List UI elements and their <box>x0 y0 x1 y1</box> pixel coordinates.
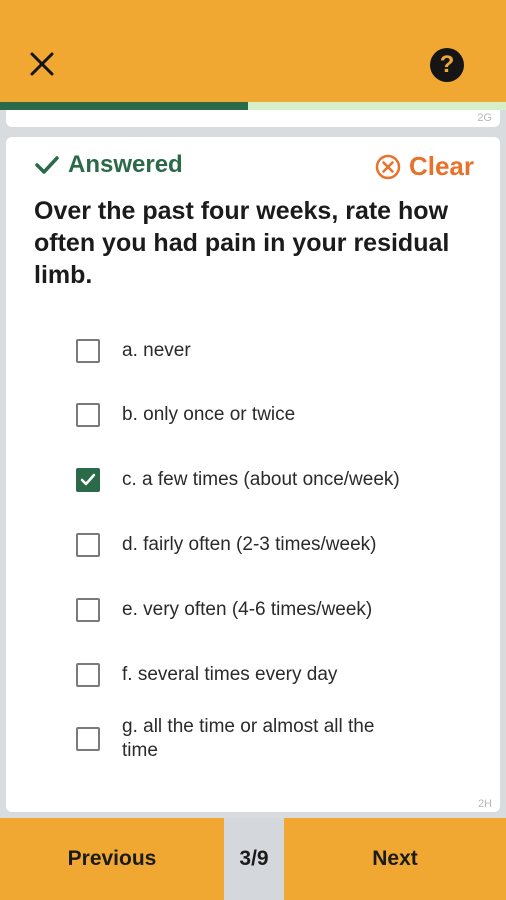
option-label: e. very often (4-6 times/week) <box>122 599 373 620</box>
option-e[interactable]: e. very often (4-6 times/week) <box>76 598 456 622</box>
checkbox[interactable] <box>76 598 100 622</box>
checkbox-checked[interactable] <box>76 468 100 492</box>
x-circle-icon <box>375 154 401 179</box>
option-b[interactable]: b. only once or twice <box>76 403 456 427</box>
counter-text: 3/9 <box>239 847 269 870</box>
option-label: a. never <box>122 340 191 361</box>
option-f[interactable]: f. several times every day <box>76 663 456 687</box>
next-label: Next <box>372 847 418 870</box>
top-bar: ? <box>0 0 506 102</box>
option-d[interactable]: d. fairly often (2-3 times/week) <box>76 533 456 557</box>
question-icon: ? <box>439 51 455 78</box>
bottom-nav: Previous 3/9 Next <box>0 818 506 900</box>
question-card: Answered Clear Over the past four weeks,… <box>6 137 500 812</box>
answered-label: Answered <box>68 151 183 178</box>
option-label: f. several times every day <box>122 664 338 685</box>
checkbox[interactable] <box>76 663 100 687</box>
close-button[interactable] <box>24 46 60 82</box>
previous-button[interactable]: Previous <box>0 818 224 900</box>
option-label: b. only once or twice <box>122 404 296 425</box>
option-label: c. a few times (about once/week) <box>122 469 400 490</box>
option-a[interactable]: a. never <box>76 339 456 363</box>
option-label: d. fairly often (2-3 times/week) <box>122 534 377 555</box>
question-text: Over the past four weeks, rate how often… <box>34 197 450 289</box>
option-g[interactable]: g. all the time or almost all the time <box>76 715 396 763</box>
progress-bar <box>0 102 506 110</box>
check-icon <box>35 156 59 174</box>
previous-label: Previous <box>67 847 157 870</box>
checkbox[interactable] <box>76 403 100 427</box>
close-icon <box>30 52 54 76</box>
clear-button[interactable]: Clear <box>375 151 474 182</box>
previous-card-edge: 2G <box>6 110 500 127</box>
checkmark-icon <box>80 473 96 486</box>
checkbox[interactable] <box>76 533 100 557</box>
progress-fill <box>0 102 248 110</box>
option-c[interactable]: c. a few times (about once/week) <box>76 468 456 492</box>
checkbox[interactable] <box>76 339 100 363</box>
checkbox[interactable] <box>76 727 100 751</box>
answered-status: Answered <box>34 151 183 179</box>
next-button[interactable]: Next <box>284 818 506 900</box>
option-label: g. all the time or almost all the time <box>122 716 375 761</box>
clear-label: Clear <box>408 151 474 181</box>
card-tag: 2H <box>477 798 492 810</box>
page-counter: 3/9 <box>224 818 284 900</box>
help-button[interactable]: ? <box>430 48 464 82</box>
card-tag: 2G <box>477 112 492 124</box>
